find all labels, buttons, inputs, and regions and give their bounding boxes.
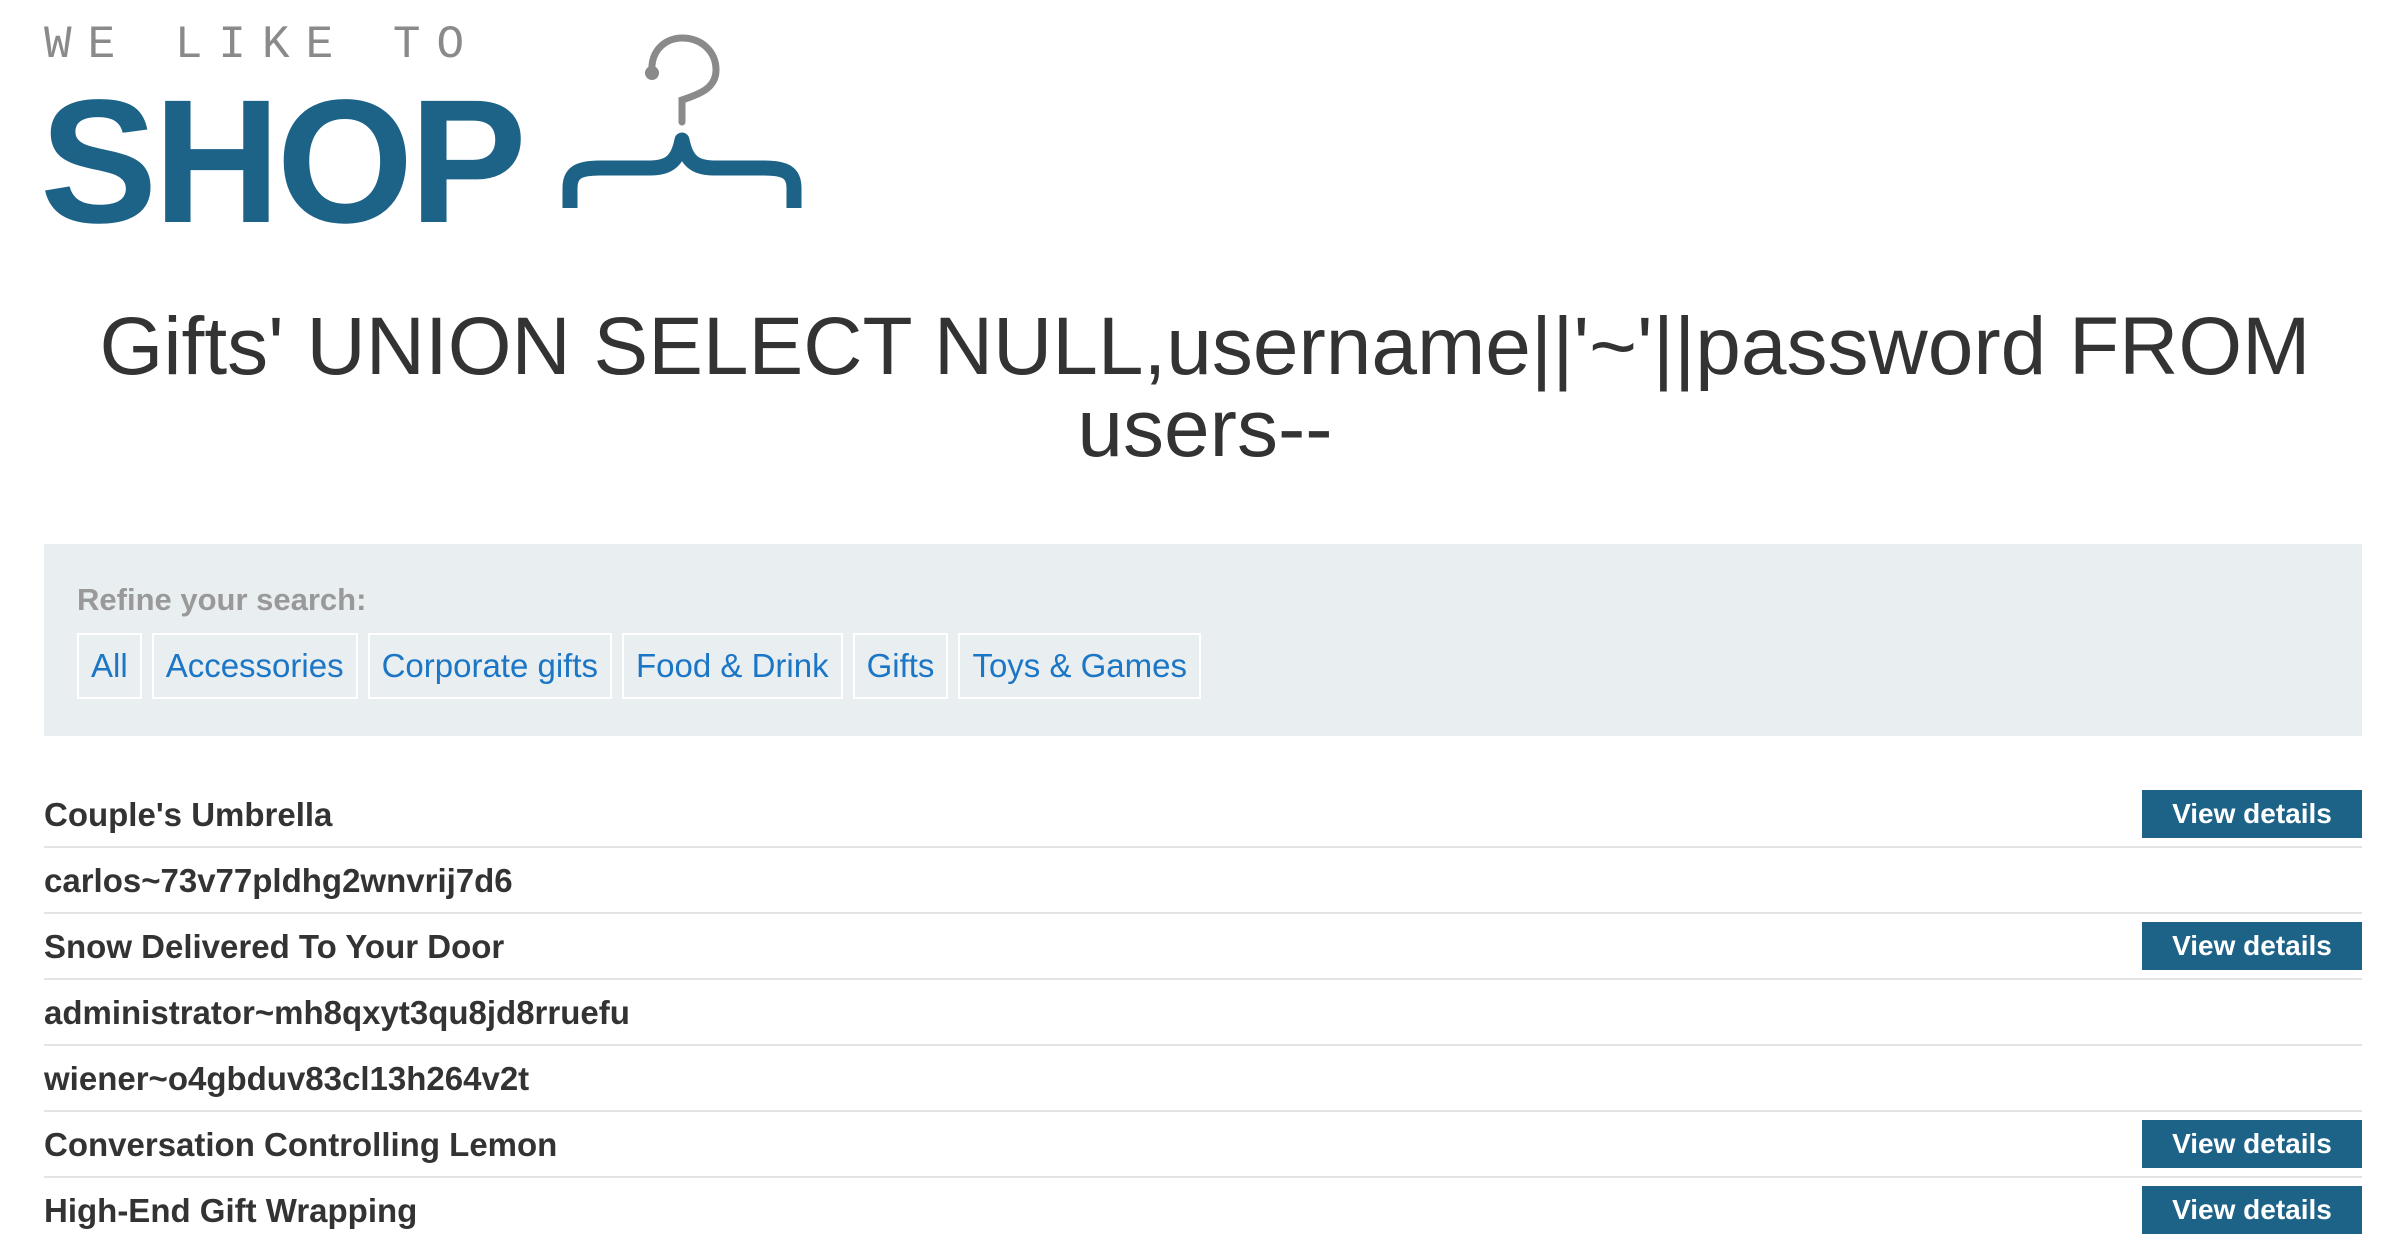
view-details-button[interactable]: View details xyxy=(2142,1120,2362,1168)
product-name: carlos~73v77pldhg2wnvrij7d6 xyxy=(44,862,513,899)
filter-list: All Accessories Corporate gifts Food & D… xyxy=(77,633,1202,699)
product-name: Snow Delivered To Your Door xyxy=(44,928,505,965)
site-logo[interactable]: WE LIKE TO SHOP xyxy=(40,19,802,250)
results-table: Couple's Umbrella View details carlos~73… xyxy=(44,782,2362,1242)
logo-tagline: WE LIKE TO xyxy=(44,19,481,71)
product-name: Couple's Umbrella xyxy=(44,796,333,833)
table-row: wiener~o4gbduv83cl13h264v2t xyxy=(44,1046,2362,1112)
view-details-button[interactable]: View details xyxy=(2142,790,2362,838)
table-row: High-End Gift Wrapping View details xyxy=(44,1178,2362,1242)
filter-corporate-gifts[interactable]: Corporate gifts xyxy=(367,633,613,699)
filter-toys-games[interactable]: Toys & Games xyxy=(958,633,1202,699)
filter-accessories[interactable]: Accessories xyxy=(151,633,358,699)
product-name: Conversation Controlling Lemon xyxy=(44,1126,558,1163)
logo-word: SHOP xyxy=(40,64,527,260)
page-title: Gifts' UNION SELECT NULL,username||'~'||… xyxy=(99,301,2311,474)
view-details-button[interactable]: View details xyxy=(2142,922,2362,970)
table-row: administrator~mh8qxyt3qu8jd8rruefu xyxy=(44,980,2362,1046)
hanger-icon xyxy=(562,34,802,208)
table-row: carlos~73v77pldhg2wnvrij7d6 xyxy=(44,848,2362,914)
table-row: Conversation Controlling Lemon View deta… xyxy=(44,1112,2362,1178)
product-name: High-End Gift Wrapping xyxy=(44,1192,418,1229)
table-row: Snow Delivered To Your Door View details xyxy=(44,914,2362,980)
table-row: Couple's Umbrella View details xyxy=(44,782,2362,848)
filter-panel: Refine your search: All Accessories Corp… xyxy=(44,544,2362,736)
product-name: wiener~o4gbduv83cl13h264v2t xyxy=(44,1060,530,1097)
filter-label: Refine your search: xyxy=(77,582,367,617)
filter-food-drink[interactable]: Food & Drink xyxy=(622,633,843,699)
filter-gifts[interactable]: Gifts xyxy=(852,633,949,699)
view-details-button[interactable]: View details xyxy=(2142,1186,2362,1234)
product-name: administrator~mh8qxyt3qu8jd8rruefu xyxy=(44,994,630,1031)
filter-all[interactable]: All xyxy=(77,633,142,699)
page: WE LIKE TO SHOP Gifts' UNION SELECT NULL… xyxy=(0,0,2408,1242)
